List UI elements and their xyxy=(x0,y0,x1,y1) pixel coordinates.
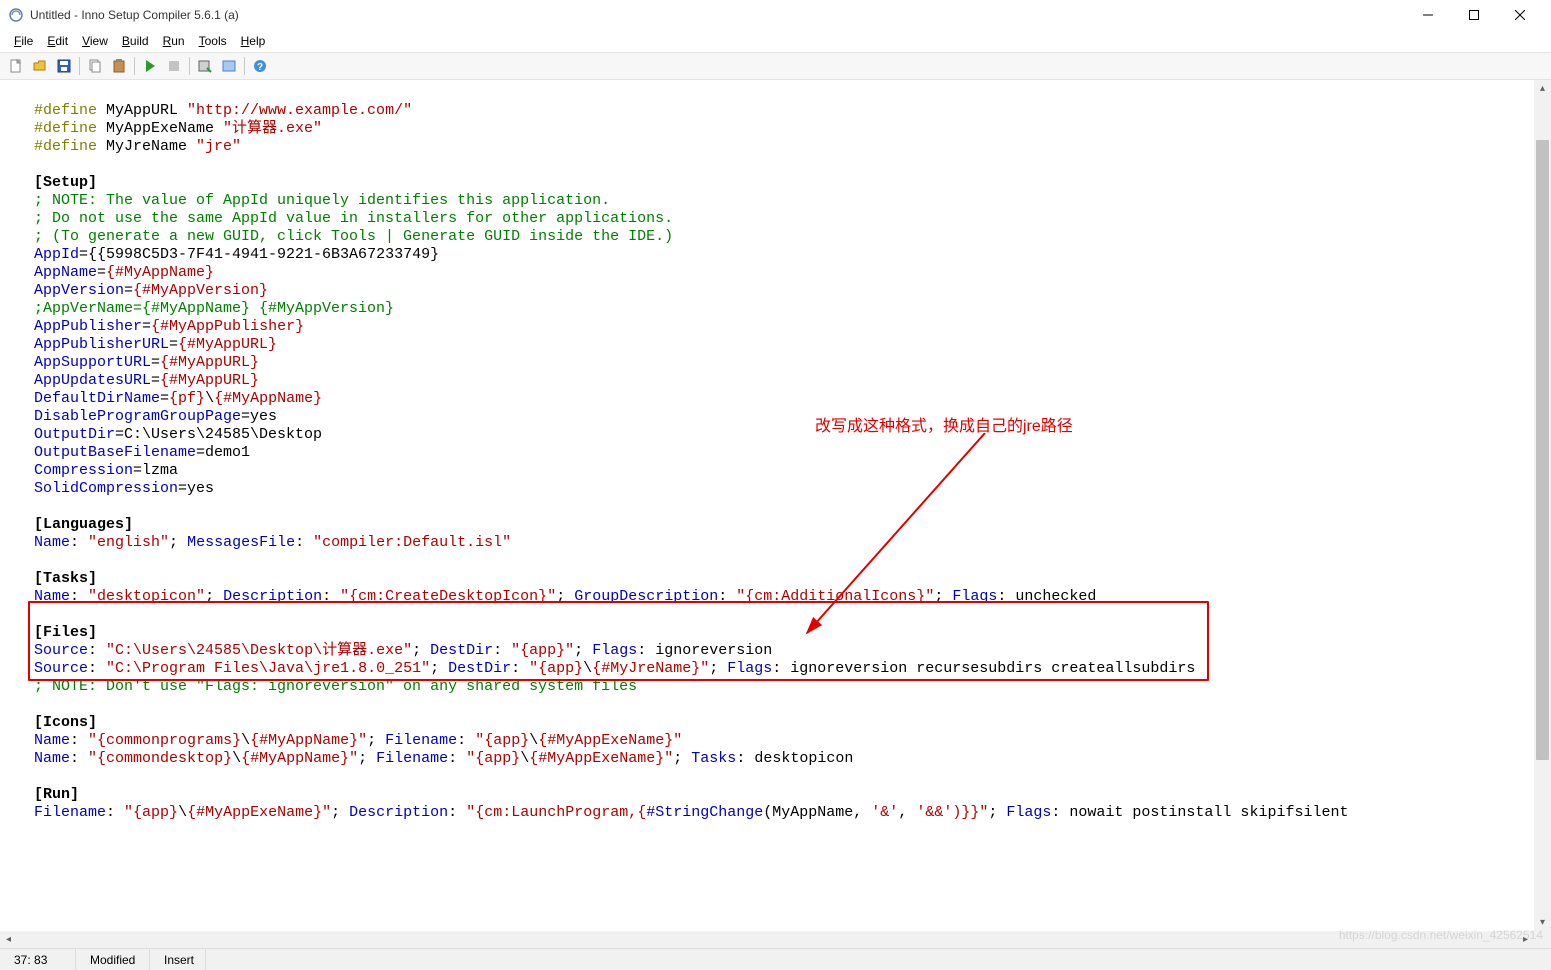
insert-mode: Insert xyxy=(150,949,206,970)
menu-edit[interactable]: Edit xyxy=(41,32,74,50)
maximize-button[interactable] xyxy=(1451,0,1497,30)
window-title: Untitled - Inno Setup Compiler 5.6.1 (a) xyxy=(30,8,1405,22)
close-button[interactable] xyxy=(1497,0,1543,30)
app-icon xyxy=(8,7,24,23)
menu-bar: File Edit View Build Run Tools Help xyxy=(0,30,1551,52)
watermark: https://blog.csdn.net/weixin_42562514 xyxy=(1339,928,1543,942)
menu-file[interactable]: File xyxy=(8,32,39,50)
editor-area[interactable]: #define MyAppURL "http://www.example.com… xyxy=(0,80,1551,948)
toolbar: ? xyxy=(0,52,1551,80)
save-button[interactable] xyxy=(53,55,75,77)
status-bar: 37: 83 Modified Insert xyxy=(0,948,1551,970)
svg-text:?: ? xyxy=(257,62,263,73)
horizontal-scrollbar[interactable]: ◂ ▸ xyxy=(0,931,1534,948)
menu-view[interactable]: View xyxy=(76,32,114,50)
run-button[interactable] xyxy=(139,55,161,77)
menu-tools[interactable]: Tools xyxy=(193,32,233,50)
minimize-button[interactable] xyxy=(1405,0,1451,30)
open-button[interactable] xyxy=(29,55,51,77)
title-bar: Untitled - Inno Setup Compiler 5.6.1 (a) xyxy=(0,0,1551,30)
paste-button[interactable] xyxy=(108,55,130,77)
cursor-position: 37: 83 xyxy=(0,949,76,970)
stop-button[interactable] xyxy=(163,55,185,77)
menu-run[interactable]: Run xyxy=(157,32,191,50)
config-button[interactable] xyxy=(194,55,216,77)
menu-help[interactable]: Help xyxy=(235,32,272,50)
wizard-button[interactable] xyxy=(218,55,240,77)
help-button[interactable]: ? xyxy=(249,55,271,77)
vertical-scrollbar[interactable]: ▴ ▾ xyxy=(1534,80,1551,948)
menu-build[interactable]: Build xyxy=(116,32,155,50)
copy-button[interactable] xyxy=(84,55,106,77)
new-button[interactable] xyxy=(5,55,27,77)
modified-indicator: Modified xyxy=(76,949,150,970)
code-editor[interactable]: #define MyAppURL "http://www.example.com… xyxy=(0,80,1551,826)
